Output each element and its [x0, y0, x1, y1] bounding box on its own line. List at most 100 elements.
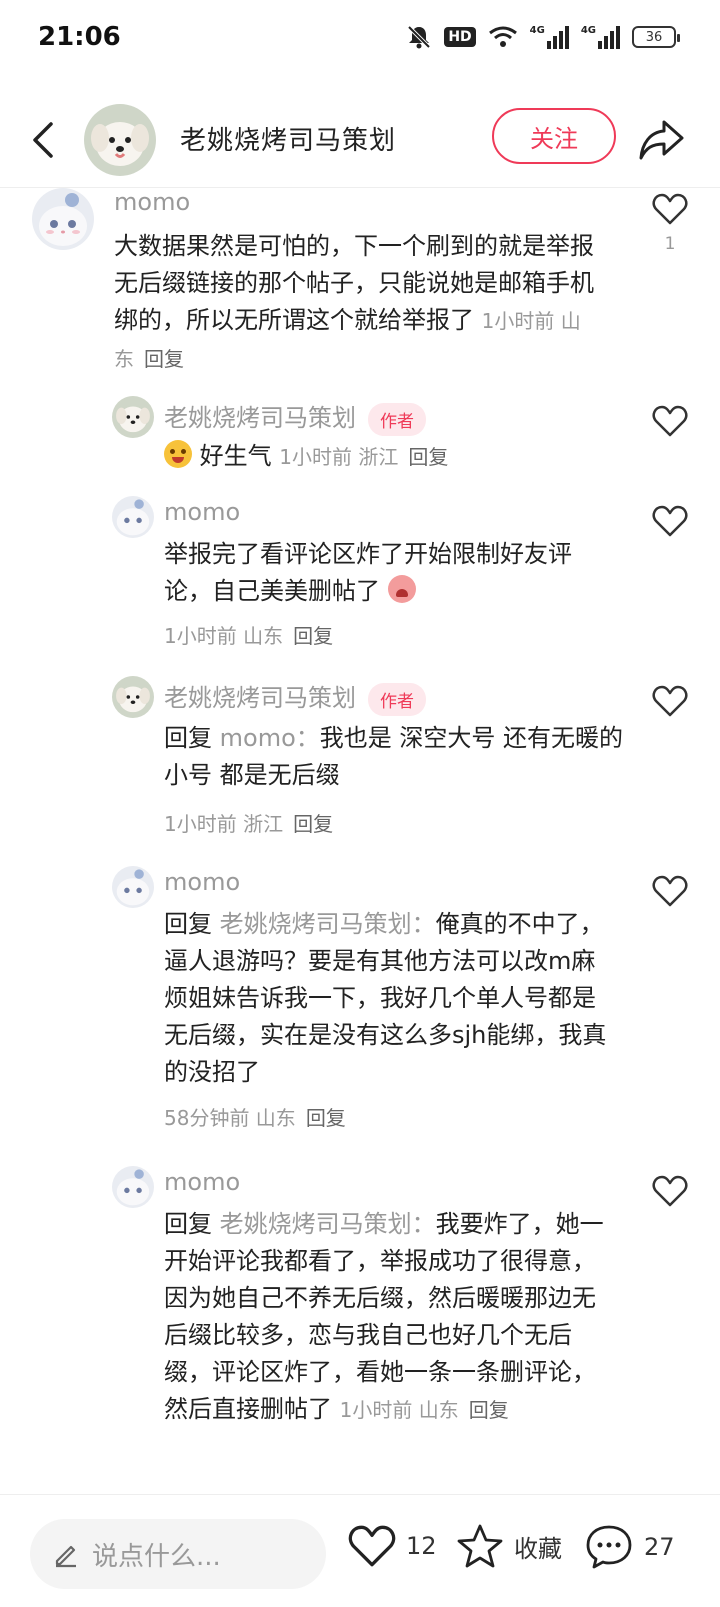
back-arrow-icon	[33, 122, 53, 158]
reply-prefix: 回复	[164, 910, 212, 938]
pencil-icon	[55, 1545, 76, 1568]
comment-body: 举报完了看评论区炸了开始限制好友评论，自己美美删帖了	[164, 540, 572, 605]
hd-icon: HD	[444, 27, 476, 47]
comment-text: 好生气 1小时前 浙江 回复	[164, 438, 624, 476]
comment-time-location: 1小时前 浙江	[279, 445, 399, 469]
dog-avatar-icon	[112, 676, 154, 718]
collect-button[interactable]: 收藏	[456, 1523, 562, 1569]
reply-target[interactable]: 老姚烧烤司马策划：	[220, 1210, 436, 1238]
commenter-name-text[interactable]: 老姚烧烤司马策划	[164, 684, 356, 712]
back-button[interactable]	[20, 112, 64, 168]
commenter-name[interactable]: momo	[164, 868, 240, 896]
comment-item: 老姚烧烤司马策划 作者 回复 momo：我也是 深空大号 还有无暖的小号 都是无后…	[0, 676, 720, 846]
signal-2-icon: 4G	[581, 25, 620, 49]
angry-emoji-icon	[164, 440, 192, 468]
reply-button[interactable]: 回复	[293, 624, 333, 648]
battery-level: 36	[645, 29, 663, 45]
comment-time-location: 1小时前 山东	[339, 1398, 459, 1422]
comment-text: 大数据果然是可怕的，下一个刷到的就是举报无后缀链接的那个帖子，只能说她是邮箱手机…	[114, 228, 594, 378]
comment-item: momo 大数据果然是可怕的，下一个刷到的就是举报无后缀链接的那个帖子，只能说她…	[0, 188, 720, 388]
author-name[interactable]: 老姚烧烤司马策划	[180, 120, 396, 157]
comment-input-placeholder: 说点什么...	[92, 1541, 221, 1572]
commenter-avatar[interactable]	[32, 188, 94, 250]
follow-button[interactable]: 关注	[492, 108, 616, 164]
heart-icon	[348, 1525, 396, 1567]
commenter-avatar[interactable]	[112, 496, 154, 538]
heart-icon	[652, 1175, 688, 1207]
comment-text: 回复 老姚烧烤司马策划：我要炸了，她一开始评论我都看了，举报成功了很得意，因为她…	[164, 1206, 614, 1429]
comment-meta: 1小时前 山东 回复	[340, 1398, 509, 1422]
reply-prefix: 回复	[164, 724, 212, 752]
cat-avatar-icon	[112, 496, 154, 538]
comment-input[interactable]: 说点什么...	[30, 1519, 326, 1589]
comment-meta: 1小时前 山东 回复	[164, 620, 333, 649]
comment-body: 好生气	[199, 442, 272, 470]
comment-item: momo 回复 老姚烧烤司马策划：我要炸了，她一开始评论我都看了，举报成功了很得…	[0, 1166, 720, 1492]
star-icon	[457, 1524, 503, 1568]
collect-label: 收藏	[514, 1534, 562, 1563]
commenter-name: 老姚烧烤司马策划 作者	[164, 398, 426, 436]
cat-avatar-icon	[112, 1166, 154, 1208]
reply-button[interactable]: 回复	[306, 1106, 346, 1130]
commenter-avatar[interactable]	[112, 866, 154, 908]
bottom-action-bar: 说点什么... 12 收藏 27	[0, 1494, 720, 1607]
status-icons: HD 4G 4G 36	[406, 24, 680, 50]
reply-button[interactable]: 回复	[408, 445, 448, 469]
status-bar: 21:06 HD 4G 4G 36	[0, 0, 720, 80]
commenter-name[interactable]: momo	[114, 188, 190, 216]
comment-time-location: 1小时前 浙江	[164, 812, 284, 836]
like-button[interactable]	[650, 1174, 690, 1212]
battery-icon: 36	[632, 26, 680, 48]
like-button[interactable]	[650, 404, 690, 442]
comments-button[interactable]: 27	[584, 1523, 675, 1571]
comment-meta: 1小时前 浙江 回复	[279, 445, 448, 469]
comment-text: 回复 momo：我也是 深空大号 还有无暖的小号 都是无后缀	[164, 720, 624, 794]
comment-time-location: 1小时前 山东	[164, 624, 284, 648]
status-time: 21:06	[38, 22, 121, 52]
commenter-name-text[interactable]: 老姚烧烤司马策划	[164, 404, 356, 432]
share-icon	[639, 120, 684, 160]
share-button[interactable]	[636, 114, 688, 166]
crying-emoji-icon	[387, 575, 416, 603]
reply-target[interactable]: 老姚烧烤司马策划：	[220, 910, 436, 938]
comment-meta: 58分钟前 山东 回复	[164, 1102, 346, 1131]
like-button[interactable]	[650, 684, 690, 722]
reply-button[interactable]: 回复	[144, 347, 184, 371]
like-post-button[interactable]: 12	[348, 1523, 437, 1569]
commenter-avatar[interactable]	[112, 396, 154, 438]
comment-bubble-icon	[586, 1525, 632, 1569]
comment-item: momo 回复 老姚烧烤司马策划：俺真的不中了，逼人退游吗？要是有其他方法可以改…	[0, 866, 720, 1156]
signal-1-icon: 4G	[530, 25, 569, 49]
mute-bell-icon	[407, 25, 431, 49]
comment-item: momo 举报完了看评论区炸了开始限制好友评论，自己美美删帖了 1小时前 山东回…	[0, 496, 720, 656]
commenter-avatar[interactable]	[112, 1166, 154, 1208]
author-avatar[interactable]	[84, 104, 156, 176]
heart-icon	[652, 405, 688, 437]
wifi-icon	[488, 26, 517, 47]
heart-icon	[652, 875, 688, 907]
heart-icon	[652, 193, 688, 225]
commenter-name: 老姚烧烤司马策划 作者	[164, 678, 426, 716]
comment-count: 27	[644, 1533, 675, 1561]
comment-text: 回复 老姚烧烤司马策划：俺真的不中了，逼人退游吗？要是有其他方法可以改m麻烦姐妹…	[164, 906, 614, 1091]
like-button[interactable]	[650, 504, 690, 542]
post-like-count: 12	[406, 1532, 437, 1560]
cat-avatar-icon	[32, 188, 94, 250]
like-button[interactable]: 1	[650, 192, 690, 254]
comment-body: 我要炸了，她一开始评论我都看了，举报成功了很得意，因为她自己不养无后缀，然后暖暖…	[164, 1210, 604, 1423]
author-badge: 作者	[368, 682, 426, 716]
reply-button[interactable]: 回复	[293, 812, 333, 836]
commenter-avatar[interactable]	[112, 676, 154, 718]
cat-avatar-icon	[112, 866, 154, 908]
commenter-name[interactable]: momo	[164, 1168, 240, 1196]
post-header: 老姚烧烤司马策划 关注	[0, 92, 720, 188]
like-button[interactable]	[650, 874, 690, 912]
reply-button[interactable]: 回复	[469, 1398, 509, 1422]
commenter-name[interactable]: momo	[164, 498, 240, 526]
author-badge: 作者	[368, 402, 426, 436]
reply-target[interactable]: momo：	[220, 724, 320, 752]
like-count: 1	[664, 234, 676, 254]
dog-avatar-icon	[84, 104, 156, 176]
heart-icon	[652, 505, 688, 537]
comment-meta: 1小时前 浙江 回复	[164, 808, 333, 837]
